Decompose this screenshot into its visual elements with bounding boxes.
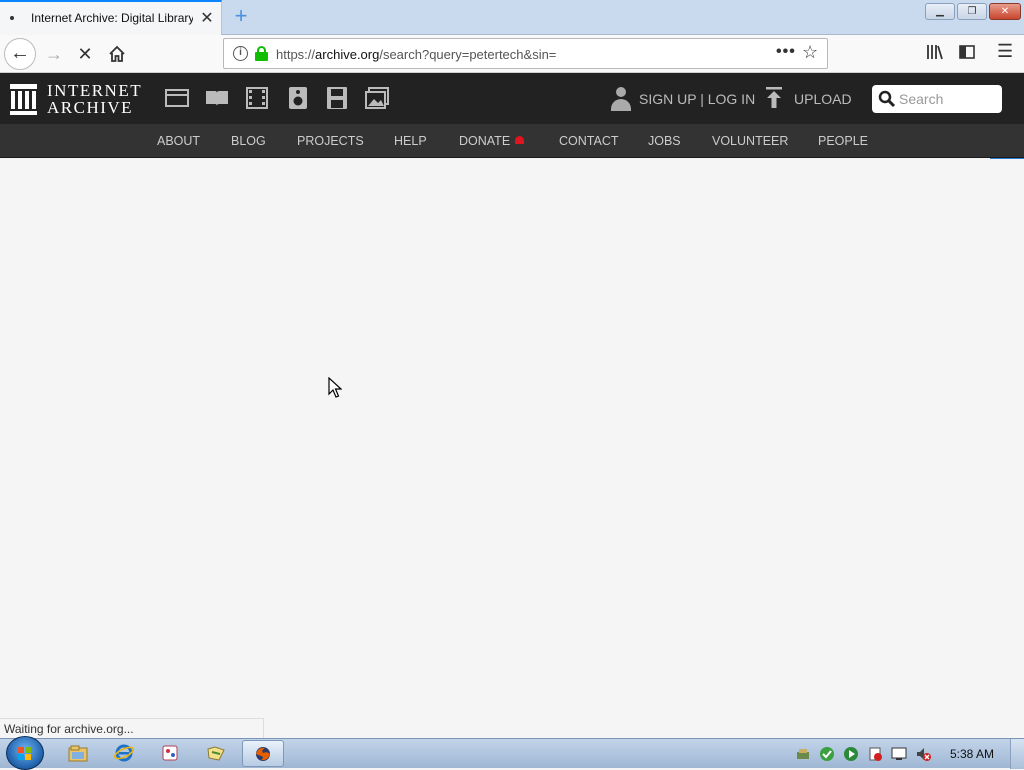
nav-volunteer[interactable]: VOLUNTEER bbox=[712, 134, 788, 148]
taskbar-paint[interactable] bbox=[150, 740, 192, 767]
system-clock[interactable]: 5:38 AM bbox=[950, 747, 994, 761]
page-content bbox=[0, 159, 1024, 738]
ia-sub-nav: ABOUT BLOG PROJECTS HELP DONATE CONTACT … bbox=[0, 124, 1024, 158]
images-icon[interactable] bbox=[365, 87, 389, 109]
ia-search-box[interactable] bbox=[872, 85, 1002, 113]
home-button[interactable] bbox=[104, 39, 130, 69]
tab-close-icon[interactable]: ✕ bbox=[199, 8, 215, 28]
search-input[interactable] bbox=[899, 89, 997, 109]
show-desktop-button[interactable] bbox=[1010, 739, 1024, 769]
nav-blog[interactable]: BLOG bbox=[231, 134, 266, 148]
window-close-button[interactable]: ✕ bbox=[989, 3, 1021, 20]
upload-link[interactable]: UPLOAD bbox=[794, 91, 852, 107]
paint-icon bbox=[162, 745, 178, 761]
nav-projects[interactable]: PROJECTS bbox=[297, 134, 364, 148]
window-minimize-button[interactable]: ▁ bbox=[925, 3, 955, 20]
nav-donate[interactable]: DONATE bbox=[459, 134, 525, 148]
secure-lock-icon bbox=[255, 46, 268, 61]
back-button[interactable]: ← bbox=[4, 38, 36, 70]
tab-title: Internet Archive: Digital Library of Fre… bbox=[31, 11, 193, 25]
home-icon bbox=[109, 45, 125, 62]
nav-contact[interactable]: CONTACT bbox=[559, 134, 619, 148]
video-icon[interactable] bbox=[245, 87, 269, 109]
sign-up-login-link[interactable]: SIGN UP | LOG IN bbox=[639, 91, 755, 107]
taskbar-internet-explorer[interactable] bbox=[104, 740, 146, 767]
nav-about[interactable]: ABOUT bbox=[157, 134, 200, 148]
url-text[interactable]: https://archive.org/search?query=peterte… bbox=[276, 47, 556, 62]
sidebar-toggle-icon[interactable] bbox=[958, 43, 976, 66]
audio-icon[interactable] bbox=[286, 87, 310, 109]
nav-help[interactable]: HELP bbox=[394, 134, 427, 148]
search-icon bbox=[878, 90, 896, 108]
site-info-icon[interactable]: i bbox=[233, 46, 248, 61]
network-tray-icon[interactable] bbox=[795, 746, 811, 762]
taskbar-explorer[interactable] bbox=[58, 740, 100, 767]
ia-logo-icon[interactable] bbox=[10, 84, 37, 115]
folder-icon bbox=[207, 746, 225, 761]
texts-icon[interactable] bbox=[205, 87, 229, 109]
mouse-cursor-icon bbox=[328, 377, 342, 398]
browser-nav-bar: ← → ✕ i https://archive.org/search?query… bbox=[0, 35, 1024, 73]
window-restore-button[interactable]: ❐ bbox=[957, 3, 987, 20]
web-icon[interactable] bbox=[165, 87, 189, 109]
url-bar[interactable]: i https://archive.org/search?query=peter… bbox=[223, 38, 828, 69]
ia-top-nav: INTERNET ARCHIVE SIGN UP | LOG IN UPLOAD bbox=[0, 73, 1024, 124]
media-player-tray-icon[interactable] bbox=[843, 746, 859, 762]
start-button[interactable] bbox=[6, 736, 44, 770]
taskbar-folder[interactable] bbox=[196, 740, 238, 767]
tab-loading-indicator bbox=[10, 16, 14, 20]
firefox-icon bbox=[256, 747, 270, 761]
tab-active[interactable]: Internet Archive: Digital Library of Fre… bbox=[0, 0, 222, 35]
internet-explorer-icon bbox=[114, 744, 134, 762]
volume-muted-tray-icon[interactable] bbox=[915, 746, 931, 762]
nav-people[interactable]: PEOPLE bbox=[818, 134, 868, 148]
bookmark-star-icon[interactable]: ☆ bbox=[802, 42, 818, 63]
nav-jobs[interactable]: JOBS bbox=[648, 134, 681, 148]
new-tab-button[interactable]: + bbox=[230, 3, 252, 29]
action-center-tray-icon[interactable] bbox=[867, 746, 883, 762]
upload-icon[interactable] bbox=[765, 87, 783, 109]
menu-hamburger-icon[interactable]: ☰ bbox=[997, 41, 1013, 62]
display-tray-icon[interactable] bbox=[891, 746, 907, 762]
stop-button[interactable]: ✕ bbox=[73, 39, 97, 69]
windows-logo-icon bbox=[18, 747, 32, 761]
heart-icon bbox=[515, 136, 525, 144]
library-icon[interactable] bbox=[926, 43, 944, 66]
security-tray-icon[interactable] bbox=[819, 746, 835, 762]
browser-tab-strip: Internet Archive: Digital Library of Fre… bbox=[0, 0, 1024, 35]
forward-button[interactable]: → bbox=[42, 39, 66, 69]
explorer-icon bbox=[68, 745, 88, 762]
software-icon[interactable] bbox=[325, 87, 349, 109]
page-actions-icon[interactable]: ••• bbox=[776, 43, 796, 61]
windows-taskbar: 5:38 AM bbox=[0, 736, 1024, 770]
user-icon bbox=[610, 87, 632, 111]
taskbar-firefox[interactable] bbox=[242, 740, 284, 767]
browser-status-bar: Waiting for archive.org... bbox=[0, 718, 264, 738]
ia-logo-text[interactable]: INTERNET ARCHIVE bbox=[47, 82, 142, 116]
